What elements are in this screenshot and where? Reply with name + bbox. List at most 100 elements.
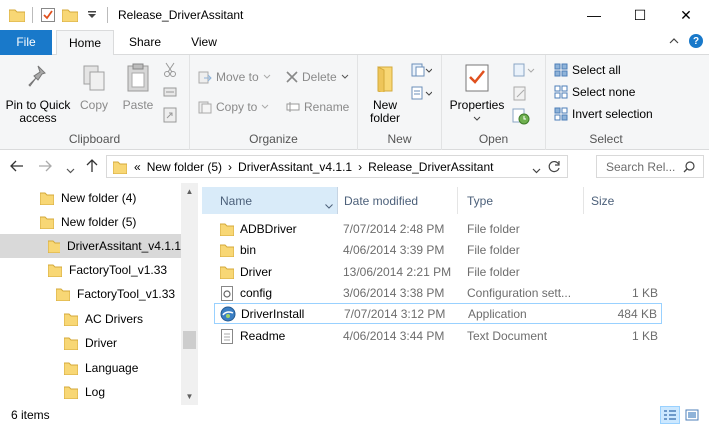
forward-arrow-icon[interactable] [38, 159, 52, 175]
breadcrumb-item[interactable]: New folder (5) [147, 160, 222, 174]
paste-shortcut-icon[interactable] [163, 107, 177, 123]
rename-icon [286, 102, 300, 112]
tree-item[interactable]: New folder (4) [0, 186, 181, 210]
cut-icon[interactable] [163, 62, 177, 78]
file-type: Text Document [467, 329, 548, 343]
title-bar: Release_DriverAssitant — ☐ ✕ [0, 0, 709, 30]
folder-icon[interactable] [6, 4, 28, 26]
column-divider[interactable] [457, 187, 458, 214]
tree-item-label: Driver [85, 336, 117, 350]
file-row[interactable]: bin 4/06/2014 3:39 PM File folder [214, 239, 662, 260]
edit-icon[interactable] [512, 85, 528, 101]
easy-access-icon[interactable] [410, 85, 432, 101]
tree-item[interactable]: AC Drivers [0, 307, 181, 331]
minimize-button[interactable]: — [571, 0, 617, 30]
chevron-down-icon [263, 74, 271, 79]
move-to-button[interactable]: Move to [198, 70, 271, 84]
tab-home[interactable]: Home [56, 30, 114, 56]
copy-button[interactable]: Copy [74, 61, 114, 112]
tree-item-label: New folder (4) [61, 191, 137, 205]
new-item-icon[interactable] [410, 62, 432, 78]
breadcrumb-separator-icon[interactable]: › [358, 160, 362, 174]
tree-item[interactable]: New folder (5) [0, 210, 181, 234]
column-header-name[interactable]: Name [202, 187, 338, 214]
paste-button[interactable]: Paste [118, 61, 158, 112]
file-row[interactable]: ADBDriver 7/07/2014 2:48 PM File folder [214, 218, 662, 239]
close-button[interactable]: ✕ [663, 0, 709, 30]
invert-selection-button[interactable]: Invert selection [554, 107, 653, 121]
folder-icon [113, 160, 127, 174]
details-view-icon[interactable] [660, 406, 680, 424]
toolbar-divider [107, 7, 108, 23]
column-header-type-label: Type [467, 193, 494, 208]
large-icons-view-icon[interactable] [682, 406, 702, 424]
column-header-date[interactable]: Date modified [344, 187, 418, 214]
chevron-up-icon[interactable] [669, 34, 679, 48]
recent-locations-chevron-icon[interactable] [66, 161, 75, 177]
file-date: 4/06/2014 3:39 PM [343, 243, 445, 257]
open-icon[interactable] [512, 62, 536, 78]
folder-icon [40, 216, 54, 229]
paste-label: Paste [122, 98, 154, 112]
column-filter-chevron-icon[interactable] [325, 198, 333, 212]
scrollbar-thumb[interactable] [183, 331, 196, 349]
tree-item[interactable]: Log [0, 380, 181, 404]
tree-item-selected[interactable]: DriverAssitant_v4.1.1 [0, 234, 181, 258]
properties-button[interactable]: Properties [448, 61, 506, 125]
tab-file[interactable]: File [0, 30, 52, 55]
delete-button[interactable]: Delete [286, 70, 349, 84]
properties-icon [461, 61, 493, 95]
navigation-scrollbar[interactable]: ▲ ▼ [181, 183, 198, 405]
new-folder-button[interactable]: New folder [362, 61, 408, 125]
maximize-button[interactable]: ☐ [617, 0, 663, 30]
properties-icon[interactable] [37, 4, 59, 26]
file-row[interactable]: Driver 13/06/2014 2:21 PM File folder [214, 261, 662, 282]
copy-path-icon[interactable] [163, 85, 177, 99]
select-all-button[interactable]: Select all [554, 63, 621, 77]
copy-to-label: Copy to [216, 100, 258, 114]
up-arrow-icon[interactable] [86, 159, 98, 176]
tree-item[interactable]: FactoryTool_v1.33 [0, 282, 181, 306]
pin-label: Pin to Quick access [5, 98, 71, 125]
file-type: File folder [467, 222, 520, 236]
file-type: File folder [467, 243, 520, 257]
folder-icon [40, 192, 54, 205]
column-divider[interactable] [583, 187, 584, 214]
column-header-type[interactable]: Type [467, 187, 493, 214]
invert-selection-label: Invert selection [572, 107, 653, 121]
file-row-hovered[interactable]: DriverInstall 7/07/2014 3:12 PM Applicat… [214, 303, 662, 324]
breadcrumb-item[interactable]: Release_DriverAssitant [368, 160, 493, 174]
scroll-up-arrow-icon[interactable]: ▲ [181, 183, 198, 200]
customize-toolbar-icon[interactable] [81, 4, 103, 26]
search-icon[interactable] [683, 161, 695, 176]
address-bar[interactable]: « New folder (5) › DriverAssitant_v4.1.1… [106, 155, 568, 178]
file-row[interactable]: Readme 4/06/2014 3:44 PM Text Document 1… [214, 325, 662, 346]
quick-access-toolbar [0, 4, 112, 26]
file-row[interactable]: config 3/06/2014 3:38 PM Configuration s… [214, 282, 662, 303]
rename-button[interactable]: Rename [286, 100, 349, 114]
copy-to-button[interactable]: Copy to [198, 100, 269, 114]
breadcrumb-item[interactable]: DriverAssitant_v4.1.1 [238, 160, 352, 174]
history-icon[interactable] [512, 107, 530, 125]
breadcrumb-overflow[interactable]: « [134, 160, 141, 174]
breadcrumb-separator-icon[interactable]: › [228, 160, 232, 174]
pin-to-quick-access-button[interactable]: Pin to Quick access [4, 61, 72, 125]
column-header-date-label: Date modified [344, 193, 419, 208]
column-header-size[interactable]: Size [591, 187, 614, 214]
tab-share[interactable]: Share [118, 30, 172, 55]
help-icon[interactable]: ? [689, 34, 703, 48]
scroll-down-arrow-icon[interactable]: ▼ [181, 388, 198, 405]
file-name: bin [240, 243, 257, 257]
new-folder-icon[interactable] [59, 4, 81, 26]
select-none-button[interactable]: Select none [554, 85, 635, 99]
tab-view[interactable]: View [178, 30, 230, 55]
tree-item[interactable]: Language [0, 356, 181, 380]
refresh-icon[interactable] [548, 160, 561, 176]
select-group: Select all Select none Invert selection … [546, 55, 666, 150]
tree-item[interactable]: FactoryTool_v1.33 [0, 258, 181, 282]
select-none-icon [554, 85, 568, 99]
tree-item[interactable]: Driver [0, 331, 181, 355]
back-arrow-icon[interactable] [10, 159, 24, 175]
folder-icon [48, 240, 60, 253]
address-dropdown-chevron-icon[interactable] [532, 163, 541, 177]
